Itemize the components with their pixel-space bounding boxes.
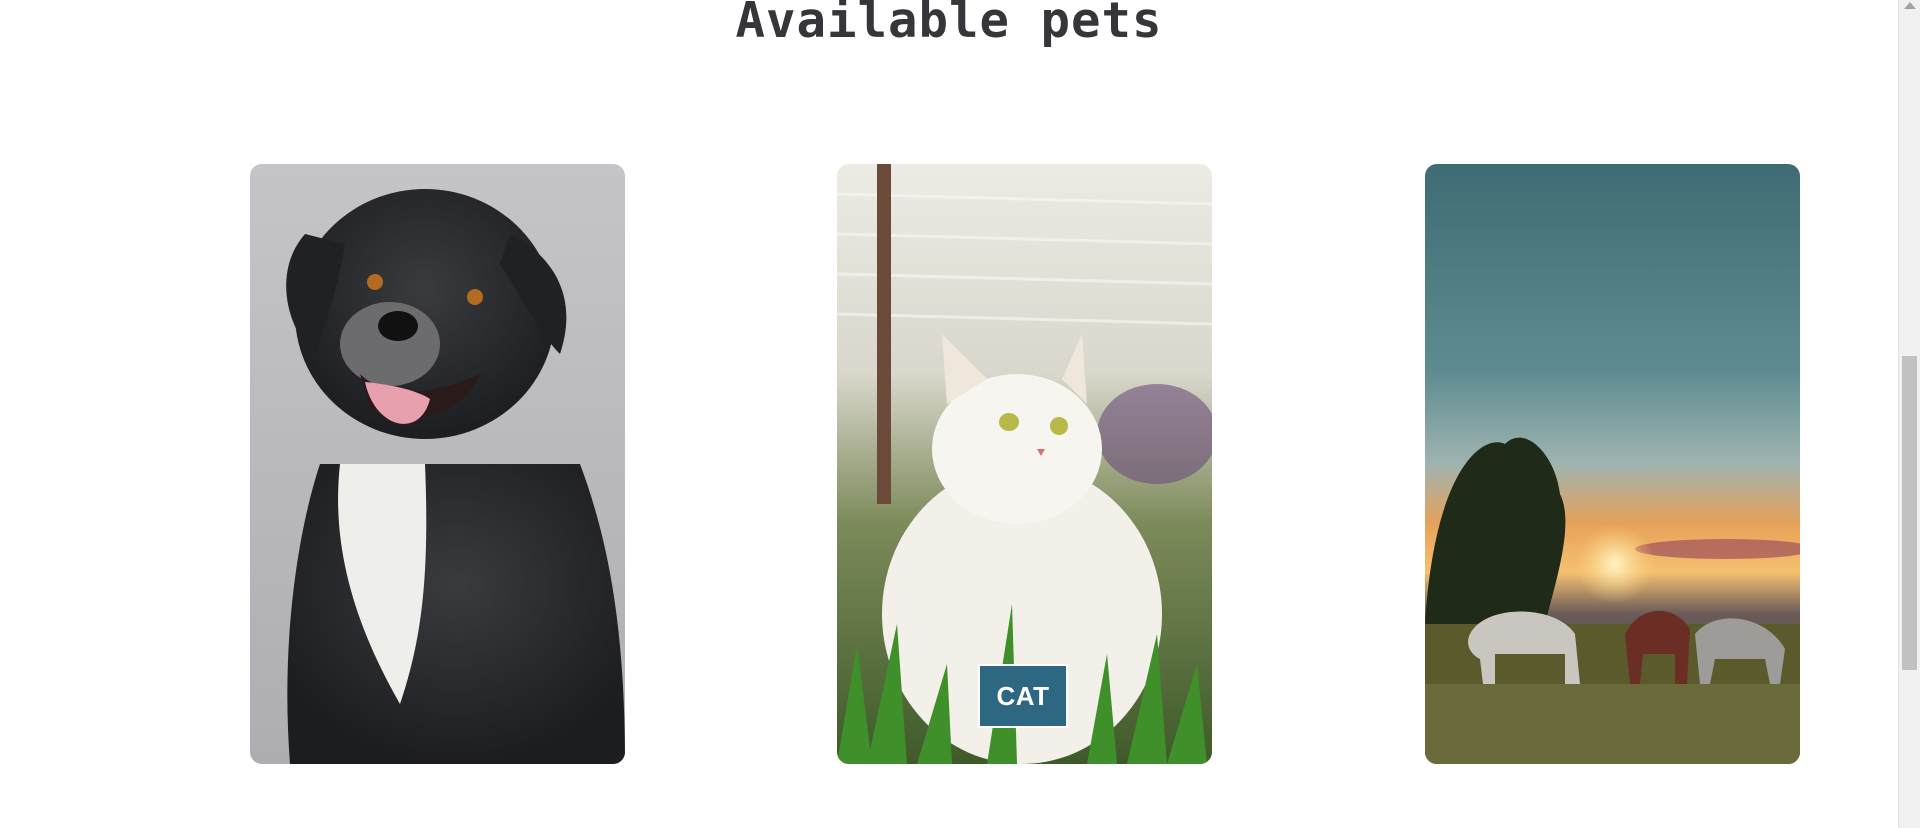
scroll-up-arrow-icon[interactable] — [1904, 2, 1916, 9]
vertical-scrollbar[interactable] — [1898, 0, 1920, 828]
dog-photo — [250, 164, 625, 764]
horses-sunset-photo — [1425, 164, 1800, 764]
page: Available pets CAT — [0, 0, 1920, 828]
pet-label-cat[interactable]: CAT — [978, 664, 1068, 728]
pet-card-cat[interactable]: CAT — [837, 164, 1212, 764]
pet-card-dog[interactable] — [250, 164, 625, 764]
pet-card-horse[interactable] — [1425, 164, 1800, 764]
section-title: Available pets — [735, 0, 1163, 49]
scrollbar-thumb[interactable] — [1902, 356, 1917, 670]
